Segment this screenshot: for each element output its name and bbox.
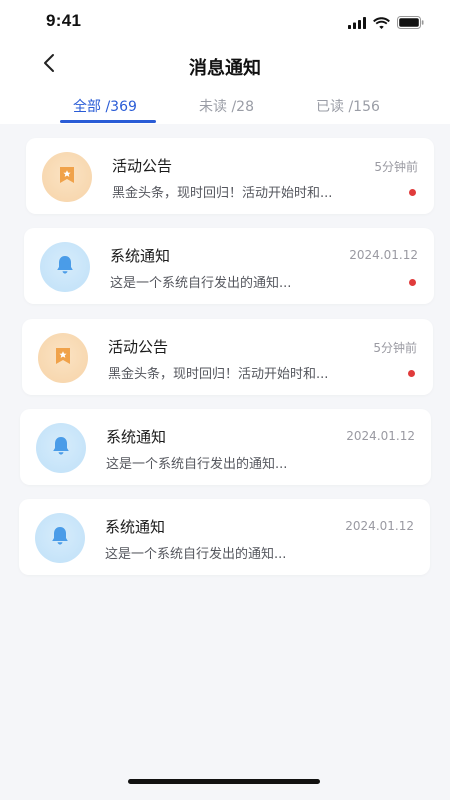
notification-item[interactable]: 系统通知 2024.01.12 这是一个系统自行发出的通知... xyxy=(24,228,434,304)
announcement-flag-icon xyxy=(56,164,78,190)
notification-screen: 9:41 消息通知 全部 /369 未读 /28 已读 /156 活动公告 5分… xyxy=(0,0,450,800)
announcement-icon-badge xyxy=(38,333,88,383)
bell-icon xyxy=(53,253,77,281)
notification-preview: 这是一个系统自行发出的通知... xyxy=(105,547,287,562)
notification-title: 系统通知 xyxy=(106,428,167,446)
notification-time: 5分钟前 xyxy=(373,341,417,355)
status-icons xyxy=(348,14,424,33)
notification-item[interactable]: 活动公告 5分钟前 黑金头条，现时回归！活动开始时和... xyxy=(22,319,433,395)
tab-bar: 全部 /369 未读 /28 已读 /156 xyxy=(0,90,450,124)
notification-item[interactable]: 活动公告 5分钟前 黑金头条，现时回归！活动开始时和... xyxy=(26,138,434,214)
status-time: 9:41 xyxy=(46,11,82,30)
notification-title: 活动公告 xyxy=(108,338,169,356)
system-icon-badge xyxy=(36,423,86,473)
notification-preview: 黑金头条，现时回归！活动开始时和... xyxy=(108,367,329,382)
tab-all[interactable]: 全部 /369 xyxy=(73,96,137,116)
notification-preview: 这是一个系统自行发出的通知... xyxy=(106,457,288,472)
bell-icon xyxy=(49,434,73,462)
system-icon-badge xyxy=(40,242,90,292)
notification-time: 2024.01.12 xyxy=(346,429,415,443)
page-title: 消息通知 xyxy=(189,58,261,79)
tab-active-indicator xyxy=(60,120,156,123)
signal-icon xyxy=(348,14,366,33)
header: 消息通知 xyxy=(0,44,450,90)
tab-unread[interactable]: 未读 /28 xyxy=(199,96,254,116)
wifi-icon xyxy=(373,14,390,33)
unread-dot xyxy=(409,189,416,196)
notification-title: 系统通知 xyxy=(110,247,171,265)
unread-dot xyxy=(409,279,416,286)
notification-preview: 黑金头条，现时回归！活动开始时和... xyxy=(112,186,333,201)
notification-time: 2024.01.12 xyxy=(345,519,414,533)
unread-dot xyxy=(408,370,415,377)
notification-title: 活动公告 xyxy=(112,157,173,175)
notification-item[interactable]: 系统通知 2024.01.12 这是一个系统自行发出的通知... xyxy=(19,499,430,575)
notification-time: 5分钟前 xyxy=(374,160,418,174)
announcement-icon-badge xyxy=(42,152,92,202)
tab-read[interactable]: 已读 /156 xyxy=(316,96,380,116)
status-bar: 9:41 xyxy=(0,0,450,44)
battery-icon xyxy=(397,14,424,33)
notification-item[interactable]: 系统通知 2024.01.12 这是一个系统自行发出的通知... xyxy=(20,409,431,485)
bell-icon xyxy=(48,524,72,552)
announcement-flag-icon xyxy=(52,345,74,371)
notification-title: 系统通知 xyxy=(105,518,166,536)
notification-preview: 这是一个系统自行发出的通知... xyxy=(110,276,292,291)
system-icon-badge xyxy=(35,513,85,563)
notification-time: 2024.01.12 xyxy=(349,248,418,262)
home-indicator xyxy=(128,779,320,784)
